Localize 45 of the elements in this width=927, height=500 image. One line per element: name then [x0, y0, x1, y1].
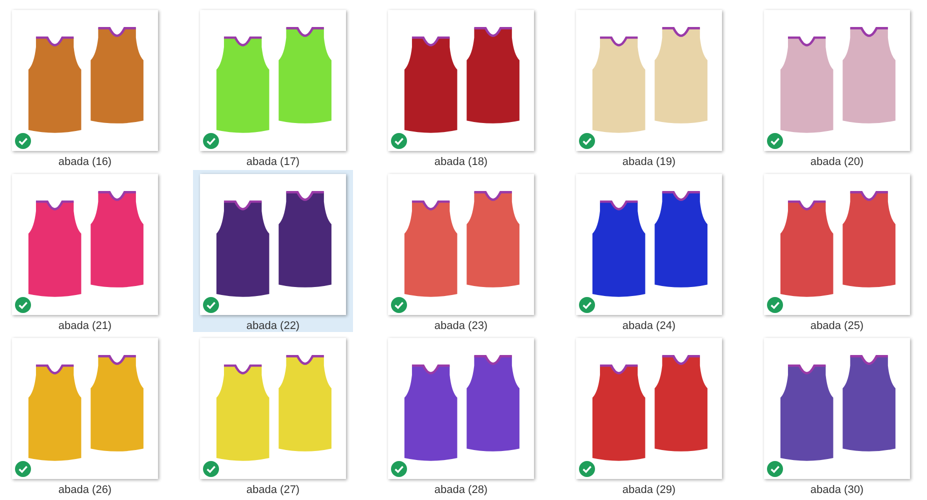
file-name: abada (18) [434, 156, 488, 168]
check-icon [391, 133, 407, 149]
file-name: abada (23) [434, 320, 488, 332]
file-name: abada (25) [810, 320, 864, 332]
file-name: abada (21) [58, 320, 112, 332]
check-icon [15, 133, 31, 149]
check-icon [203, 461, 219, 477]
check-icon [579, 297, 595, 313]
file-name: abada (24) [622, 320, 676, 332]
check-icon [391, 461, 407, 477]
file-item[interactable]: abada (23) [381, 170, 541, 332]
file-name: abada (29) [622, 484, 676, 496]
check-icon [391, 297, 407, 313]
file-name: abada (30) [810, 484, 864, 496]
file-item[interactable]: abada (21) [5, 170, 165, 332]
file-name: abada (17) [246, 156, 300, 168]
file-item[interactable]: abada (30) [757, 334, 917, 496]
file-name: abada (16) [58, 156, 112, 168]
file-name: abada (22) [246, 320, 300, 332]
file-item[interactable]: abada (20) [757, 6, 917, 168]
check-icon [579, 133, 595, 149]
check-icon [579, 461, 595, 477]
file-item[interactable]: abada (26) [5, 334, 165, 496]
file-item[interactable]: abada (16) [5, 6, 165, 168]
file-item[interactable]: abada (18) [381, 6, 541, 168]
file-item[interactable]: abada (22) [193, 170, 353, 332]
file-name: abada (27) [246, 484, 300, 496]
file-item[interactable]: abada (19) [569, 6, 729, 168]
file-name: abada (26) [58, 484, 112, 496]
check-icon [203, 133, 219, 149]
file-item[interactable]: abada (24) [569, 170, 729, 332]
file-name: abada (19) [622, 156, 676, 168]
file-item[interactable]: abada (25) [757, 170, 917, 332]
check-icon [15, 297, 31, 313]
file-item[interactable]: abada (28) [381, 334, 541, 496]
check-icon [203, 297, 219, 313]
check-icon [767, 297, 783, 313]
file-item[interactable]: abada (17) [193, 6, 353, 168]
file-item[interactable]: abada (27) [193, 334, 353, 496]
file-name: abada (28) [434, 484, 488, 496]
check-icon [767, 133, 783, 149]
file-name: abada (20) [810, 156, 864, 168]
check-icon [15, 461, 31, 477]
file-item[interactable]: abada (29) [569, 334, 729, 496]
check-icon [767, 461, 783, 477]
